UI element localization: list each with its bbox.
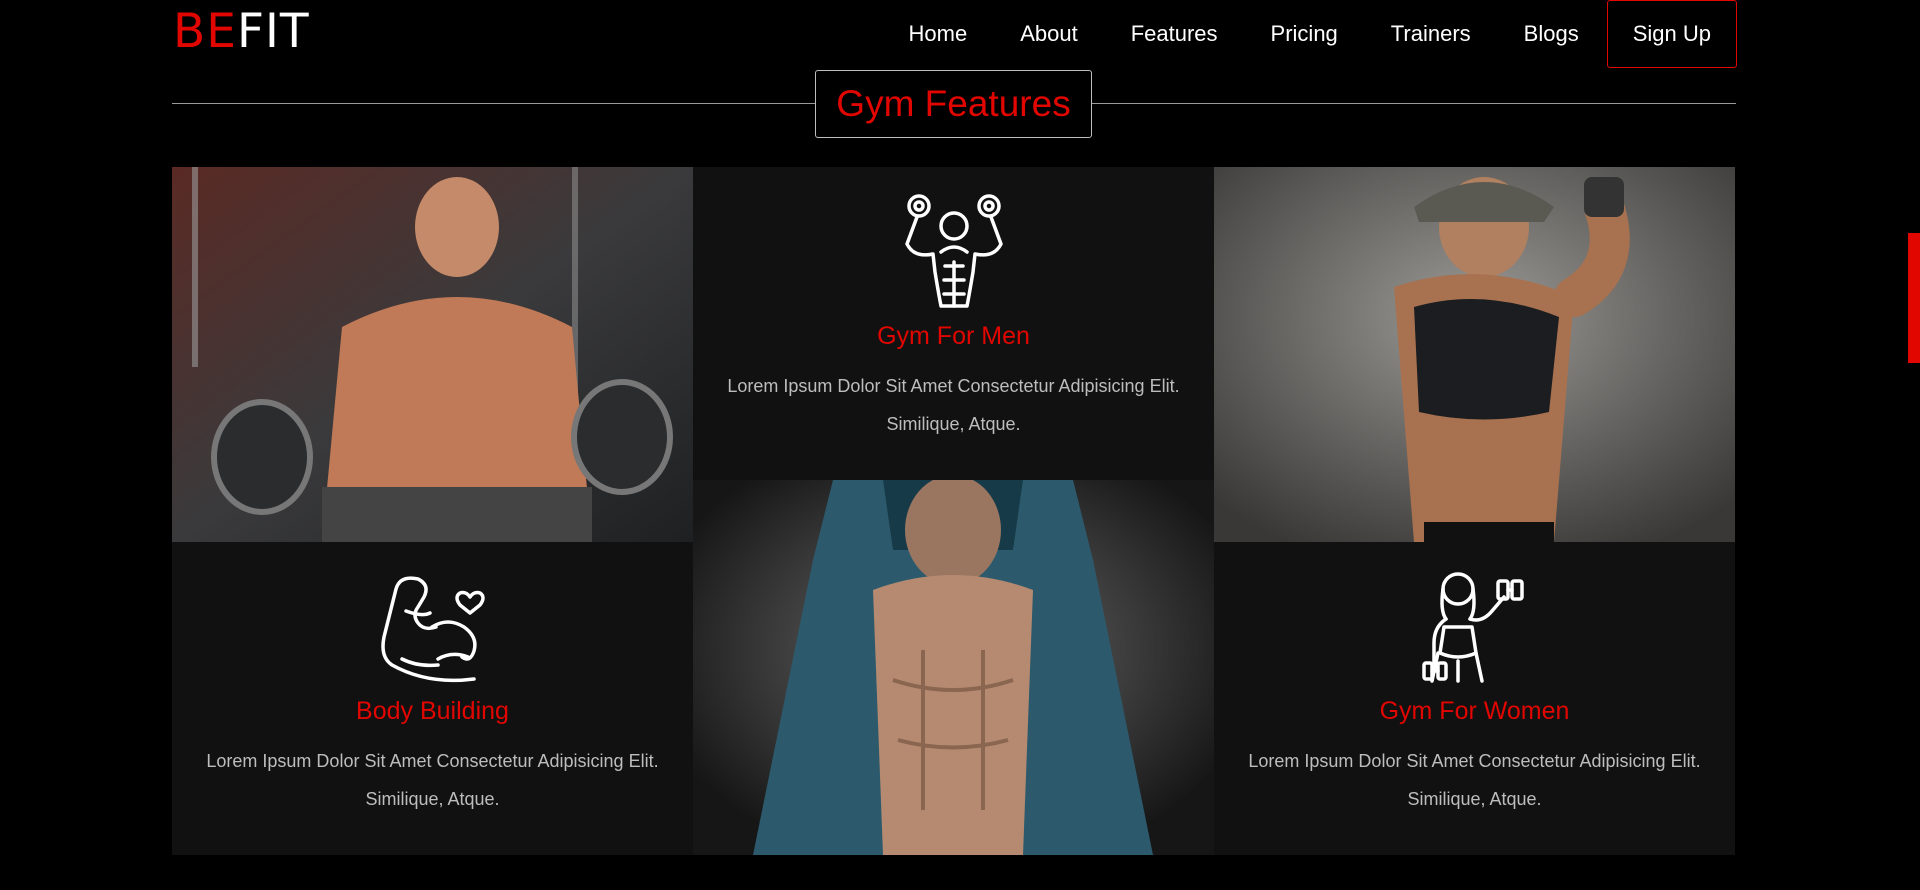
features-grid: Gym For Men Lorem Ipsum Dolor Sit Amet C…	[172, 167, 1736, 855]
flexed-arm-heart-icon	[380, 576, 485, 683]
brand-logo[interactable]: BEFIT	[173, 2, 310, 62]
woman-dumbbell-icon	[1421, 572, 1524, 683]
brand-logo-part2: FIT	[236, 4, 310, 59]
page: BEFIT Home About Features Pricing Traine…	[0, 0, 1920, 890]
nav-about[interactable]: About	[1020, 0, 1078, 67]
feature-card-women: Gym For Women Lorem Ipsum Dolor Sit Amet…	[1214, 542, 1735, 855]
sign-up-button[interactable]: Sign Up	[1606, 0, 1737, 68]
nav-home[interactable]: Home	[909, 0, 968, 67]
feature-card-body-building: Body Building Lorem Ipsum Dolor Sit Amet…	[172, 542, 693, 855]
feature-text-men: Lorem Ipsum Dolor Sit Amet Consectetur A…	[727, 376, 1180, 434]
photo-man-dumbbells	[172, 167, 693, 542]
nav-trainers[interactable]: Trainers	[1391, 0, 1471, 67]
muscle-man-icon	[904, 194, 1003, 308]
brand-logo-part1: BE	[173, 4, 237, 59]
woman-dumbbell-image	[1214, 167, 1735, 542]
feature-title-women: Gym For Women	[1379, 697, 1570, 725]
feature-card-men: Gym For Men Lorem Ipsum Dolor Sit Amet C…	[693, 167, 1214, 480]
nav-pricing[interactable]: Pricing	[1271, 0, 1338, 67]
side-scroll-tab[interactable]	[1908, 233, 1920, 363]
feature-text-women: Lorem Ipsum Dolor Sit Amet Consectetur A…	[1248, 751, 1701, 809]
nav-features[interactable]: Features	[1131, 0, 1218, 67]
man-hoodie-image	[693, 480, 1214, 855]
photo-woman-dumbbell	[1214, 167, 1735, 542]
man-dumbbells-image	[172, 167, 693, 542]
section-title: Gym Features	[815, 70, 1092, 138]
nav-blogs[interactable]: Blogs	[1524, 0, 1579, 67]
feature-title-men: Gym For Men	[877, 322, 1030, 350]
feature-text-body-building: Lorem Ipsum Dolor Sit Amet Consectetur A…	[206, 751, 659, 809]
main-nav: Home About Features Pricing Trainers Blo…	[856, 0, 1737, 68]
feature-title-body-building: Body Building	[356, 697, 509, 725]
photo-man-hoodie	[693, 480, 1214, 855]
